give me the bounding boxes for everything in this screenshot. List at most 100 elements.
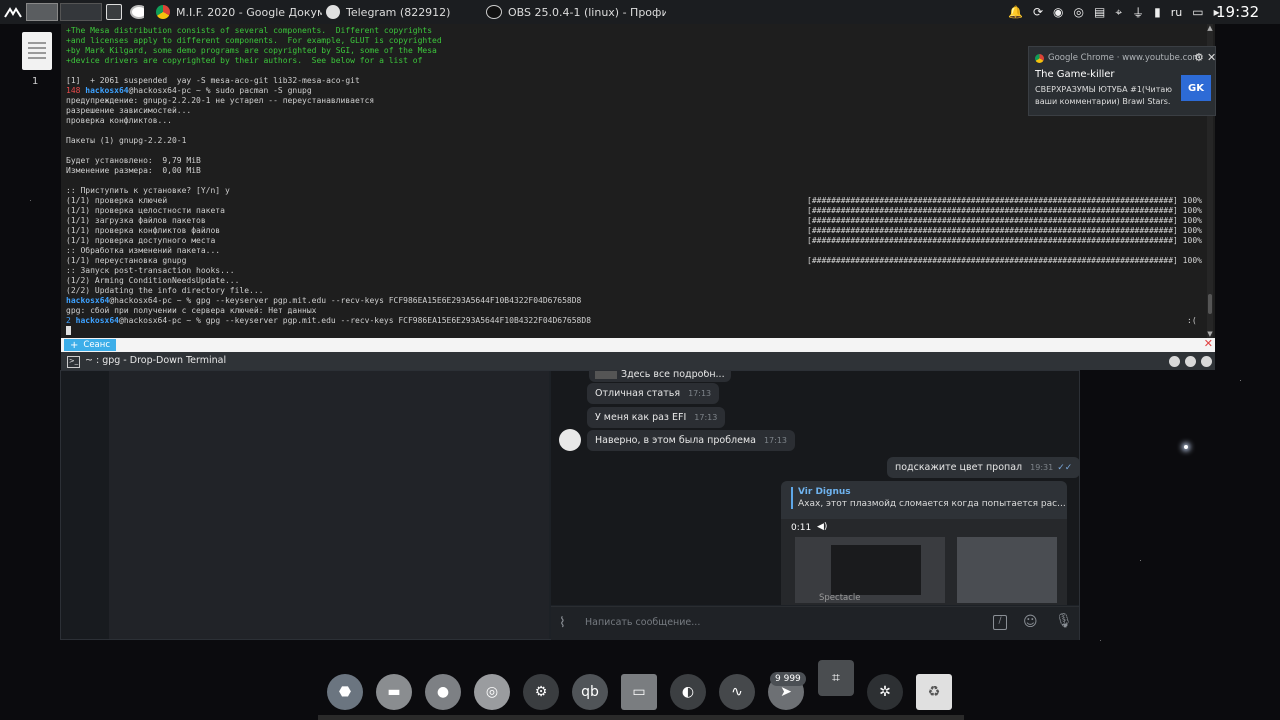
terminal-line: Будет установлено: 9,79 MiB	[66, 156, 201, 165]
telegram-window: Здесь все подробн... Отличная статья 17:1…	[60, 367, 1081, 640]
reply-message[interactable]: Vir Dignus Ахах, этот плазмойд сломается…	[781, 481, 1067, 605]
clock[interactable]: 19:32	[1216, 0, 1259, 24]
steam-icon[interactable]: ⚙	[523, 674, 559, 710]
terminal-line: :: Обработка изменений пакета...	[66, 246, 221, 255]
terminal-line: (1/1) проверка доступного места	[66, 236, 216, 245]
qbittorrent-icon[interactable]: qb	[572, 674, 608, 710]
task-label: Telegram (822912)	[346, 5, 451, 19]
app-menu-icon[interactable]	[4, 0, 22, 24]
microphone-icon[interactable]: 🎙	[1055, 613, 1073, 629]
terminal-line: Изменение размера: 0,00 MiB	[66, 166, 201, 175]
location-icon[interactable]: ⌖	[1115, 5, 1122, 20]
obs-dock-icon[interactable]: ✲	[867, 674, 903, 710]
settings-icon[interactable]: ⚙	[1194, 51, 1204, 64]
telegram-chat-area: Здесь все подробн... Отличная статья 17:1…	[551, 367, 1081, 605]
attach-icon[interactable]: ⌇	[559, 615, 566, 631]
notification-source: Google Chrome · www.youtube.com	[1035, 53, 1201, 63]
close-icon[interactable]	[1201, 356, 1212, 367]
progress-bar-text: [#######################################…	[807, 256, 1202, 265]
terminal-line: проверка конфликтов...	[66, 116, 172, 125]
terminal-line: [1] + 2061 suspended yay -S mesa-aco-git…	[66, 76, 360, 85]
terminal-line: +device drivers are copyrighted by their…	[66, 56, 423, 65]
task-telegram[interactable]: Telegram (822912)	[326, 2, 476, 22]
notification-thumbnail: GK	[1181, 75, 1211, 101]
emoji-icon[interactable]: ☺	[1023, 614, 1038, 630]
notification-popup[interactable]: Google Chrome · www.youtube.com ⚙ ✕ The …	[1028, 46, 1216, 116]
chrome-icon	[1035, 53, 1044, 63]
message-input-bar: ⌇ Написать сообщение... / ☺ 🎙	[551, 606, 1079, 640]
message-input[interactable]: Написать сообщение...	[585, 617, 700, 628]
network-icon[interactable]: ▭	[1192, 5, 1203, 19]
maximize-icon[interactable]	[1185, 356, 1196, 367]
terminal-line: +and licenses apply to different compone…	[66, 36, 442, 45]
tab-session[interactable]: + Сеанс	[64, 339, 116, 351]
message-bubble[interactable]: Отличная статья 17:13	[587, 383, 720, 404]
updates-icon[interactable]: ⟳	[1033, 5, 1043, 19]
star	[1100, 640, 1101, 641]
reply-text: Ахах, этот плазмойд сломается когда попы…	[798, 499, 1066, 509]
terminal-line: :: Запуск post-transaction hooks...	[66, 266, 235, 275]
task-google-docs[interactable]: M.I.F. 2020 - Google Документы - ...	[156, 2, 322, 22]
obs-tray-icon[interactable]: ◎	[1074, 5, 1084, 19]
chrome-dock-icon[interactable]: ◎	[474, 674, 510, 710]
show-desktop-icon[interactable]	[106, 0, 122, 24]
terminal-line: hackosx64@hackosx64-pc ~ % gpg --keyserv…	[66, 296, 582, 305]
terminal-line: (1/2) Arming ConditionNeedsUpdate...	[66, 276, 240, 285]
files-icon[interactable]: ▬	[376, 674, 412, 710]
plus-icon[interactable]: +	[70, 340, 78, 351]
dock-shelf	[318, 715, 964, 720]
firefox-icon[interactable]	[130, 2, 144, 22]
task-obs[interactable]: OBS 25.0.4-1 (linux) - Профиль: Бе...	[486, 2, 666, 22]
language-indicator[interactable]: ru	[1171, 6, 1183, 19]
terminal-cursor	[66, 326, 591, 336]
progress-bar-text: [#######################################…	[807, 216, 1202, 225]
system-tray: 🔔 ⟳ ◉ ◎ ▤ ⌖ ⏚ ▮ ru ▭ ▸	[1008, 0, 1220, 24]
desktop-file-icon[interactable]	[22, 32, 52, 70]
terminal-icon: >_	[67, 356, 80, 368]
terminal-line: +by Mark Kilgard, some demo programs are…	[66, 46, 437, 55]
terminal-line: :: Приступить к установке? [Y/n] y	[66, 186, 230, 195]
kdeconnect-icon[interactable]: ◐	[670, 674, 706, 710]
progress-bar-text: [#######################################…	[807, 226, 1202, 235]
pager[interactable]	[26, 0, 102, 24]
keep-above-icon[interactable]	[1169, 356, 1180, 367]
notifications-icon[interactable]: 🔔	[1008, 5, 1023, 19]
star	[30, 200, 31, 201]
steam-tray-icon[interactable]: ◉	[1053, 5, 1063, 19]
close-icon[interactable]: ✕	[1207, 51, 1216, 64]
settings-toggle-icon[interactable]: ●	[425, 674, 461, 710]
outgoing-message[interactable]: подскажите цвет пропал 19:31 ✓✓	[887, 457, 1081, 478]
message-bubble[interactable]: У меня как раз EFI 17:13	[587, 407, 726, 428]
terminal-output: +The Mesa distribution consists of sever…	[66, 26, 591, 336]
telegram-icon	[326, 5, 340, 19]
video-time: 0:11	[791, 523, 812, 533]
terminal-line: (2/2) Updating the info directory file..…	[66, 286, 264, 295]
store-icon[interactable]: ▭	[621, 674, 657, 710]
unread-badge: 9 999	[770, 672, 806, 686]
clipboard-icon[interactable]: ▤	[1094, 5, 1105, 19]
trash-icon[interactable]: ♻	[916, 674, 952, 710]
terminal-line: (1/1) проверка целостности пакета	[66, 206, 225, 215]
tooltip: Spectacle	[819, 593, 861, 603]
task-label: OBS 25.0.4-1 (linux) - Профиль: Бе...	[508, 5, 666, 19]
telegram-chat-list	[109, 371, 549, 639]
desktop-2[interactable]	[60, 3, 102, 21]
desktop-1[interactable]	[26, 3, 58, 21]
close-tab-icon[interactable]: ✕	[1204, 337, 1213, 350]
usb-icon[interactable]: ⏚	[1132, 4, 1144, 21]
chrome-icon	[156, 5, 170, 19]
status-right-text: :(	[1187, 316, 1197, 325]
avatar[interactable]	[559, 429, 581, 451]
terminal-line: 2 hackosx64@hackosx64-pc ~ % gpg --keyse…	[66, 316, 592, 325]
kde-icon[interactable]: ⬣	[327, 674, 363, 710]
progress-bar-text: [#######################################…	[807, 206, 1202, 215]
battery-icon[interactable]: ▮	[1154, 5, 1161, 19]
terminal-line: 148 hackosx64@hackosx64-pc ~ % sudo pacm…	[66, 86, 312, 95]
monitor-icon[interactable]: ∿	[719, 674, 755, 710]
message-bubble[interactable]: Наверно, в этом была проблема 17:13	[587, 430, 796, 451]
commands-icon[interactable]: /	[993, 615, 1007, 630]
volume-icon[interactable]: ◀)	[817, 522, 827, 532]
spectacle-icon[interactable]: ⌗	[818, 660, 854, 696]
